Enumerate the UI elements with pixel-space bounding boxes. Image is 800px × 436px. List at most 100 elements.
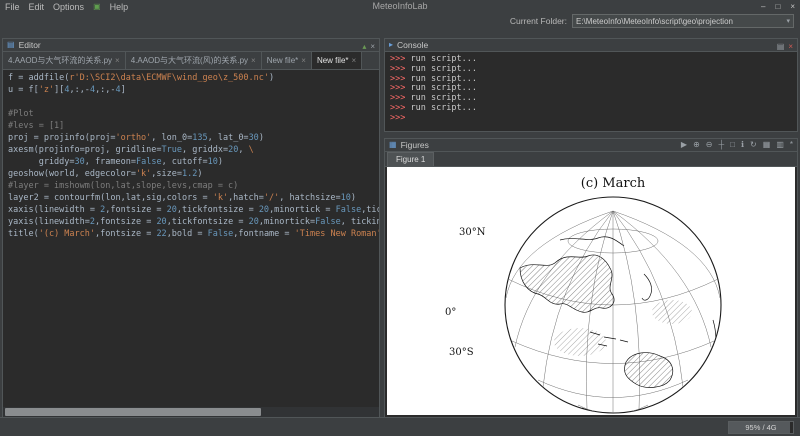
tab-close-icon[interactable]: ×	[352, 56, 357, 65]
console-prompt: >>>	[390, 64, 410, 74]
pan-icon[interactable]: ┼	[718, 141, 724, 149]
print-icon[interactable]: ▥	[776, 141, 784, 149]
menu-options[interactable]: Options	[53, 2, 84, 12]
identify-icon[interactable]: ℹ	[741, 141, 744, 149]
code-segment: False	[136, 157, 162, 167]
code-area[interactable]: f = addfile(r'D:\SCI2\data\ECMWF\wind_ge…	[3, 70, 379, 407]
tab-close-icon[interactable]: ×	[115, 56, 120, 65]
menu-label: Edit	[29, 2, 45, 12]
select-arrow-icon[interactable]: ▶	[681, 141, 687, 149]
tab-close-icon[interactable]: ×	[251, 56, 256, 65]
code-segment: ,minortick=	[259, 217, 315, 227]
menu-label: Options	[53, 2, 84, 12]
code-line: title('(c) March',fontsize = 22,bold = F…	[8, 228, 379, 240]
code-line: #levs = [1]	[8, 120, 379, 132]
code-segment: ,	[238, 145, 248, 155]
code-segment: )	[259, 133, 264, 143]
scrollbar-thumb[interactable]	[5, 408, 261, 416]
editor-float-icon[interactable]: ▴	[362, 42, 366, 51]
console-prompt: >>>	[390, 113, 405, 123]
code-segment: \	[249, 145, 254, 155]
code-segment: 10	[341, 193, 351, 203]
code-line: yaxis(linewidth=2,fontsize = 20,tickfont…	[8, 216, 379, 228]
code-segment: '/'	[264, 193, 279, 203]
figure-tab[interactable]: Figure 1	[387, 152, 434, 166]
console-settings-icon[interactable]: ▤	[777, 42, 785, 51]
code-line	[8, 96, 379, 108]
code-segment: False	[315, 217, 341, 227]
code-segment: 'Times New Roman'	[295, 229, 379, 239]
maximize-button[interactable]: □	[775, 2, 780, 11]
code-line: xaxis(linewidth = 2,fontsize = 20,tickfo…	[8, 204, 379, 216]
console-text: run script...	[410, 83, 477, 93]
code-line: proj = projinfo(proj='ortho', lon_0=135,…	[8, 132, 379, 144]
app-window: FileEditOptions▣Help MeteoInfoLab –□× Cu…	[0, 0, 800, 436]
code-segment: xaxis(linewidth =	[8, 205, 100, 215]
code-segment: ,:,-	[95, 85, 115, 95]
code-segment: 20	[156, 217, 166, 227]
settings-icon[interactable]: *	[790, 141, 793, 149]
figure-title: (c) March	[507, 176, 719, 191]
editor-tab-3[interactable]: New file*×	[312, 52, 362, 69]
code-segment: True	[162, 145, 182, 155]
console-prompt: >>>	[390, 93, 410, 103]
menu-edit[interactable]: Edit	[29, 2, 45, 12]
console-panel: ▸ Console ▤× >>> run script...>>> run sc…	[384, 38, 798, 132]
tab-label: New file*	[317, 56, 349, 65]
tab-close-icon[interactable]: ×	[301, 56, 306, 65]
figure-canvas[interactable]: (c) March 30°N 0° 30°S	[387, 167, 795, 415]
console-text: run script...	[410, 103, 477, 113]
editor-tab-1[interactable]: 4.AAOD与大气环流(风)的关系.py×	[126, 52, 262, 69]
window-controls: – □ ×	[761, 0, 795, 13]
code-segment: #layer = imshowm(lon,lat,slope,levs,cmap…	[8, 181, 238, 191]
zoom-out-icon[interactable]: ⊖	[706, 141, 713, 149]
editor-tab-0[interactable]: 4.AAOD与大气环流的关系.py×	[3, 52, 126, 69]
code-segment: #levs = [1]	[8, 121, 64, 131]
lat-label-30n: 30°N	[459, 227, 485, 238]
code-segment: , lon_0=	[151, 133, 192, 143]
code-segment: 20	[228, 145, 238, 155]
code-segment: layer2 = contourfm(lon,lat,sig,colors =	[8, 193, 213, 203]
code-line: geoshow(world, edgecolor='k',size=1.2)	[8, 168, 379, 180]
console-prompt: >>>	[390, 103, 410, 113]
code-segment: ,tickin=	[361, 205, 379, 215]
code-segment: 'k'	[136, 169, 151, 179]
full-extent-icon[interactable]: □	[730, 141, 735, 149]
status-bar: 95% / 4G	[0, 417, 800, 436]
console-output[interactable]: >>> run script...>>> run script...>>> ru…	[385, 52, 797, 131]
minimize-button[interactable]: –	[761, 2, 765, 11]
code-segment: 20	[249, 217, 259, 227]
save-icon[interactable]: ▦	[763, 141, 771, 149]
menu-help[interactable]: Help	[110, 2, 129, 12]
console-header: ▸ Console ▤×	[385, 39, 797, 52]
editor-tab-bar: 4.AAOD与大气环流的关系.py×4.AAOD与大气环流(风)的关系.py×N…	[3, 52, 379, 70]
code-segment: 'ortho'	[115, 133, 151, 143]
editor-close-icon[interactable]: ×	[370, 42, 375, 51]
globe-map	[502, 194, 724, 415]
lat-label-30s: 30°S	[449, 347, 474, 358]
code-segment: ,fontsize =	[105, 205, 166, 215]
code-segment: 20	[259, 205, 269, 215]
editor-horizontal-scrollbar[interactable]	[3, 407, 379, 417]
code-line: griddy=30, frameon=False, cutoff=10)	[8, 156, 379, 168]
code-segment: ][	[54, 85, 64, 95]
console-close-icon[interactable]: ×	[788, 42, 793, 51]
close-button[interactable]: ×	[790, 2, 795, 11]
console-text: run script...	[410, 74, 477, 84]
figure-tab-label: Figure 1	[396, 155, 425, 164]
editor-header: ▤ Editor ▴×	[3, 39, 379, 52]
code-segment: axesm(projinfo=proj, gridline=	[8, 145, 162, 155]
current-folder-value: E:\MeteoInfo\MeteoInfo\script\geo\projec…	[576, 17, 733, 26]
code-segment: ,bold =	[167, 229, 208, 239]
code-segment: ,fontsize =	[95, 217, 156, 227]
menu-apps[interactable]: ▣	[93, 2, 101, 11]
code-segment: 'z'	[39, 85, 54, 95]
editor-panel-icon: ▤	[7, 41, 15, 49]
rotate-icon[interactable]: ↻	[750, 141, 757, 149]
menu-file[interactable]: File	[5, 2, 20, 12]
zoom-in-icon[interactable]: ⊕	[693, 141, 700, 149]
memory-text: 95% / 4G	[729, 422, 793, 433]
current-folder-input[interactable]: E:\MeteoInfo\MeteoInfo\script\geo\projec…	[572, 14, 794, 28]
code-segment: ,tickfontsize =	[177, 205, 259, 215]
editor-tab-2[interactable]: New file*×	[262, 52, 312, 69]
